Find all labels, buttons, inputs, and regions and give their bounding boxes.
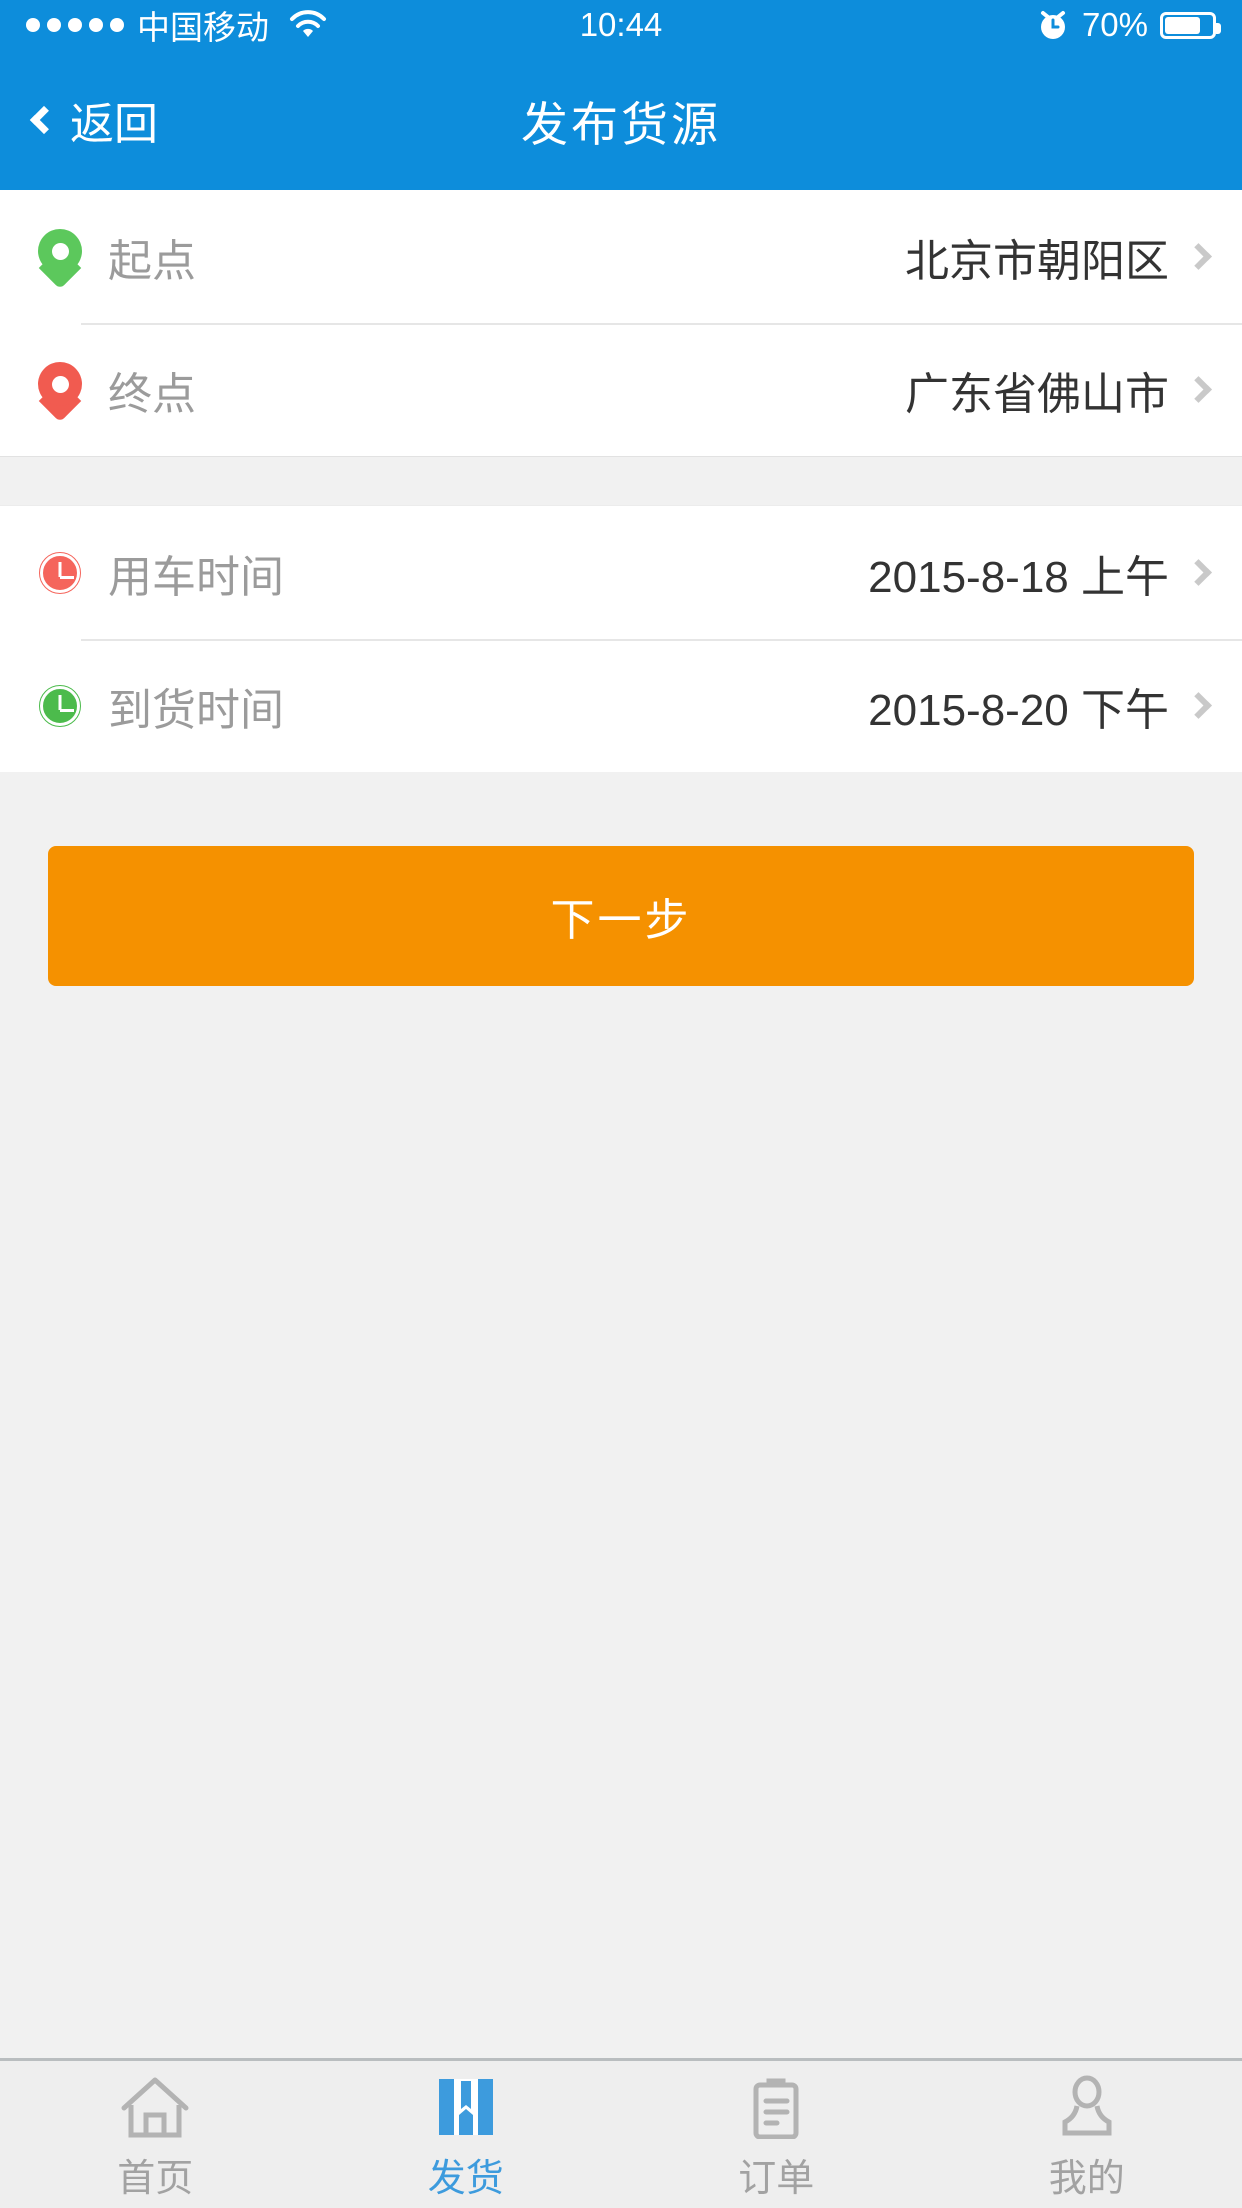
- pickup-time-row[interactable]: 用车时间 2015-8-18 上午: [0, 506, 1242, 639]
- alarm-clock-icon: [1036, 8, 1070, 42]
- tab-shipping[interactable]: 发货: [311, 2061, 622, 2208]
- action-area: 下一步: [0, 772, 1242, 986]
- arrival-time-row[interactable]: 到货时间 2015-8-20 下午: [0, 639, 1242, 772]
- chevron-right-icon: [1185, 692, 1212, 719]
- home-icon: [118, 2075, 192, 2139]
- map-pin-icon: [34, 228, 86, 289]
- chevron-right-icon: [1185, 243, 1212, 270]
- origin-value: 北京市朝阳区: [905, 236, 1169, 286]
- tab-home-label: 首页: [117, 2158, 194, 2200]
- destination-value: 广东省佛山市: [905, 369, 1169, 419]
- signal-strength-dots-icon: [26, 18, 124, 32]
- origin-label: 起点: [108, 236, 196, 286]
- bottom-tab-bar: 首页 发货 订单 我的: [0, 2058, 1242, 2208]
- origin-row[interactable]: 起点 北京市朝阳区: [0, 190, 1242, 323]
- tab-orders-label: 订单: [738, 2158, 815, 2200]
- status-bar: 中国移动 10:44 70%: [0, 0, 1242, 50]
- clock-icon: [34, 678, 86, 734]
- map-pin-icon: [34, 361, 86, 422]
- person-icon: [1055, 2075, 1119, 2139]
- navigation-bar: 返回 发布货源: [0, 50, 1242, 190]
- destination-label: 终点: [108, 369, 196, 419]
- pickup-time-value: 2015-8-18 上午: [868, 552, 1169, 602]
- battery-icon: [1160, 11, 1221, 39]
- status-bar-left: 中国移动: [26, 1, 328, 49]
- time-section: 用车时间 2015-8-18 上午 到货时间 2015-8-20 下午: [0, 506, 1242, 772]
- arrival-time-label: 到货时间: [108, 685, 284, 735]
- status-bar-time: 10:44: [579, 6, 663, 43]
- tab-home[interactable]: 首页: [0, 2061, 311, 2208]
- chevron-right-icon: [1185, 559, 1212, 586]
- arrival-time-value: 2015-8-20 下午: [868, 685, 1169, 735]
- carrier-name: 中国移动: [137, 9, 269, 46]
- clipboard-icon: [747, 2075, 805, 2139]
- wifi-icon: [288, 10, 328, 40]
- clock-icon: [34, 545, 86, 601]
- package-icon: [435, 2075, 497, 2139]
- status-bar-right: 70%: [1036, 6, 1221, 44]
- pickup-time-label: 用车时间: [108, 552, 284, 602]
- page-title: 发布货源: [521, 97, 721, 151]
- chevron-right-icon: [1185, 376, 1212, 403]
- battery-percent-label: 70%: [1081, 6, 1148, 43]
- tab-profile[interactable]: 我的: [932, 2061, 1242, 2208]
- next-step-button[interactable]: 下一步: [48, 846, 1194, 986]
- app-screen: 中国移动 10:44 70% 返回 发布货源 起点 北京市朝阳区 终点 广东省佛…: [0, 0, 1242, 2208]
- tab-shipping-label: 发货: [427, 2158, 504, 2200]
- tab-orders[interactable]: 订单: [621, 2061, 932, 2208]
- section-spacer: [0, 456, 1242, 506]
- route-section: 起点 北京市朝阳区 终点 广东省佛山市: [0, 190, 1242, 456]
- tab-profile-label: 我的: [1048, 2158, 1125, 2200]
- destination-row[interactable]: 终点 广东省佛山市: [0, 323, 1242, 456]
